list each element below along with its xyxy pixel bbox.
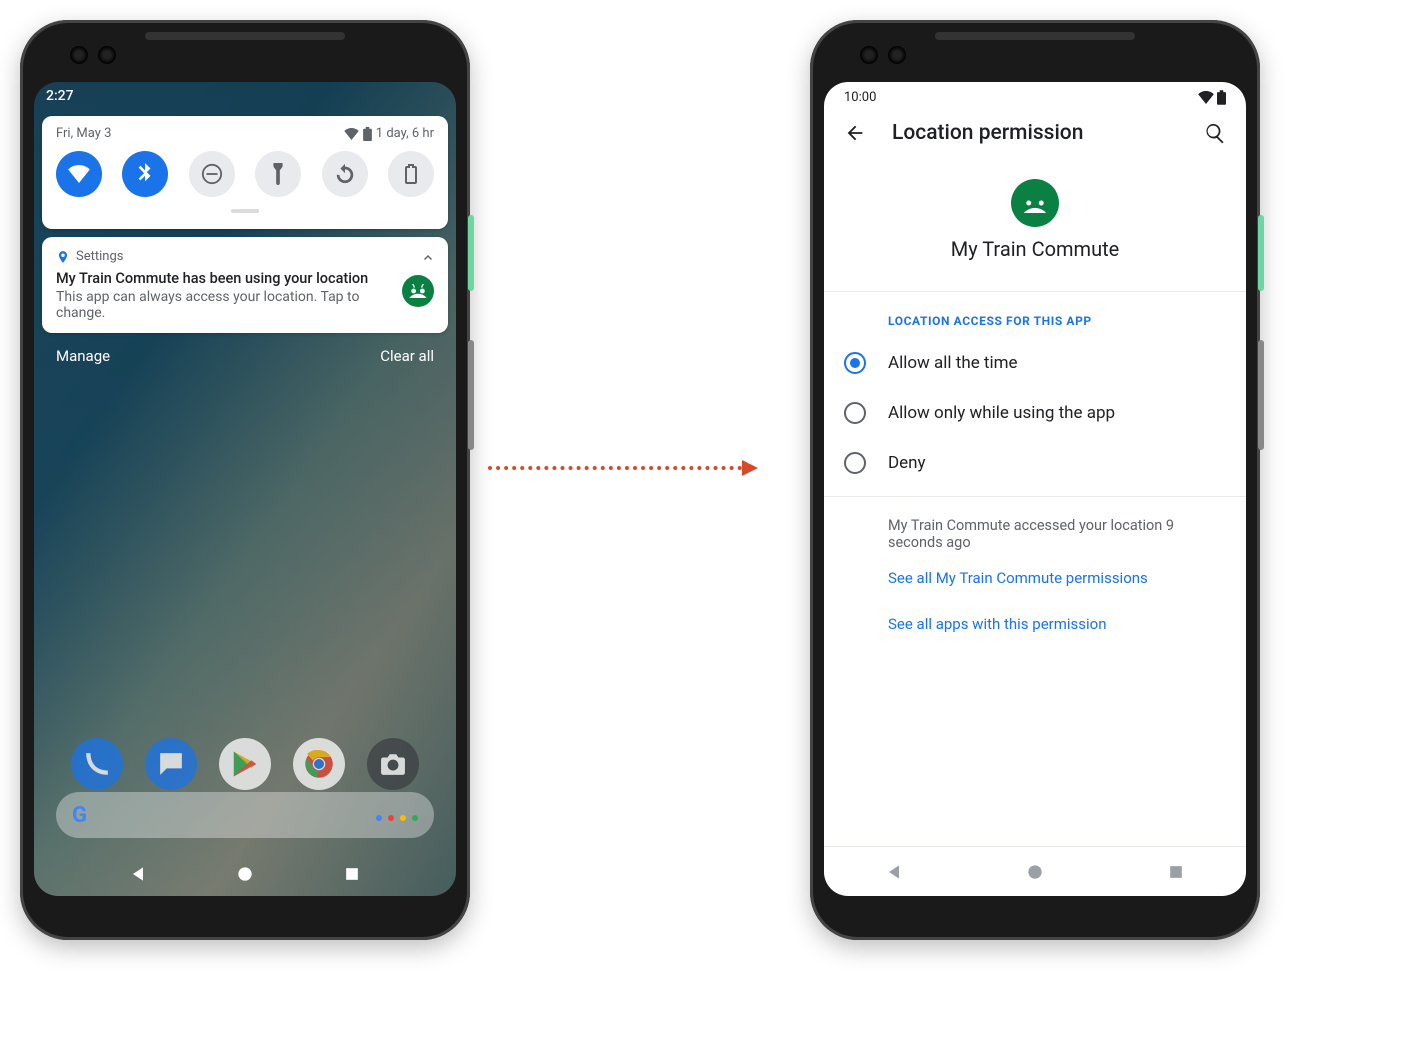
volume-button[interactable] xyxy=(1258,340,1264,450)
qs-tile-dnd[interactable] xyxy=(189,151,235,197)
screen-right: 10:00 Location permission My Train Commu… xyxy=(824,82,1246,896)
nav-home-icon[interactable] xyxy=(235,864,255,884)
nav-bar xyxy=(34,864,456,884)
camera-app-icon[interactable] xyxy=(367,738,419,790)
location-pin-icon xyxy=(56,250,70,264)
app-icon xyxy=(1011,179,1059,227)
chrome-app-icon[interactable] xyxy=(293,738,345,790)
search-bar[interactable]: G xyxy=(56,792,434,838)
app-hero: My Train Commute xyxy=(824,153,1246,291)
section-header: LOCATION ACCESS FOR THIS APP xyxy=(824,292,1246,338)
qs-tile-flashlight[interactable] xyxy=(255,151,301,197)
battery-icon xyxy=(1217,90,1226,105)
phone-notification-shade: 2:27 Fri, May 3 1 day, 6 hr xyxy=(20,20,470,940)
radio-button-icon xyxy=(844,352,866,374)
radio-allow-while-using[interactable]: Allow only while using the app xyxy=(824,388,1246,438)
messages-app-icon[interactable] xyxy=(145,738,197,790)
dock xyxy=(34,738,456,790)
phone-location-permission: 10:00 Location permission My Train Commu… xyxy=(810,20,1260,940)
nav-back-icon[interactable] xyxy=(884,862,904,882)
google-g-icon: G xyxy=(72,803,87,828)
volume-button[interactable] xyxy=(468,340,474,450)
qs-tile-rotate[interactable] xyxy=(322,151,368,197)
radio-allow-all[interactable]: Allow all the time xyxy=(824,338,1246,388)
camera-sensor xyxy=(70,46,88,64)
app-bar: Location permission xyxy=(824,105,1246,153)
notification-title: My Train Commute has been using your loc… xyxy=(56,270,434,287)
phone-app-icon[interactable] xyxy=(71,738,123,790)
notification-source: Settings xyxy=(76,249,123,264)
play-store-app-icon[interactable] xyxy=(219,738,271,790)
nav-recents-icon[interactable] xyxy=(342,864,362,884)
status-bar: 2:27 xyxy=(34,82,456,110)
app-name: My Train Commute xyxy=(824,237,1246,261)
radio-label: Deny xyxy=(888,453,926,473)
nav-bar xyxy=(824,846,1246,896)
wifi-icon xyxy=(1198,91,1214,104)
qs-date: Fri, May 3 xyxy=(56,126,111,141)
clear-all-button[interactable]: Clear all xyxy=(380,347,434,365)
access-info-text: My Train Commute accessed your location … xyxy=(824,497,1246,555)
power-button[interactable] xyxy=(1258,215,1264,291)
status-bar: 10:00 xyxy=(824,82,1246,105)
status-time: 2:27 xyxy=(46,88,74,104)
search-icon[interactable] xyxy=(1204,122,1226,144)
nav-home-icon[interactable] xyxy=(1025,862,1045,882)
qs-tile-wifi[interactable] xyxy=(56,151,102,197)
speaker-grill xyxy=(145,32,345,40)
manage-button[interactable]: Manage xyxy=(56,347,110,365)
speaker-grill xyxy=(935,32,1135,40)
back-arrow-icon[interactable] xyxy=(844,122,866,144)
camera-sensor xyxy=(888,46,906,64)
nav-back-icon[interactable] xyxy=(128,864,148,884)
qs-expand-handle[interactable] xyxy=(231,209,259,213)
wifi-icon xyxy=(344,128,359,140)
notification-card[interactable]: Settings My Train Commute has been using… xyxy=(42,237,448,333)
camera-sensor xyxy=(98,46,116,64)
battery-icon xyxy=(363,127,372,141)
page-title: Location permission xyxy=(892,121,1083,145)
link-all-permissions[interactable]: See all My Train Commute permissions xyxy=(824,555,1246,601)
assistant-icon[interactable] xyxy=(376,806,418,825)
qs-tile-bluetooth[interactable] xyxy=(122,151,168,197)
flow-arrow xyxy=(488,460,758,476)
app-icon xyxy=(402,275,434,307)
screen-left: 2:27 Fri, May 3 1 day, 6 hr xyxy=(34,82,456,896)
power-button[interactable] xyxy=(468,215,474,291)
status-time: 10:00 xyxy=(844,90,876,105)
chevron-up-icon[interactable] xyxy=(422,251,434,263)
qs-tile-battery[interactable] xyxy=(388,151,434,197)
radio-button-icon xyxy=(844,402,866,424)
radio-button-icon xyxy=(844,452,866,474)
camera-sensor xyxy=(860,46,878,64)
link-all-apps-permission[interactable]: See all apps with this permission xyxy=(824,601,1246,647)
quick-settings-panel: Fri, May 3 1 day, 6 hr xyxy=(42,116,448,229)
radio-label: Allow only while using the app xyxy=(888,403,1115,423)
nav-recents-icon[interactable] xyxy=(1166,862,1186,882)
notification-body: This app can always access your location… xyxy=(56,289,366,321)
radio-label: Allow all the time xyxy=(888,353,1018,373)
qs-battery-text: 1 day, 6 hr xyxy=(376,126,434,141)
radio-deny[interactable]: Deny xyxy=(824,438,1246,488)
